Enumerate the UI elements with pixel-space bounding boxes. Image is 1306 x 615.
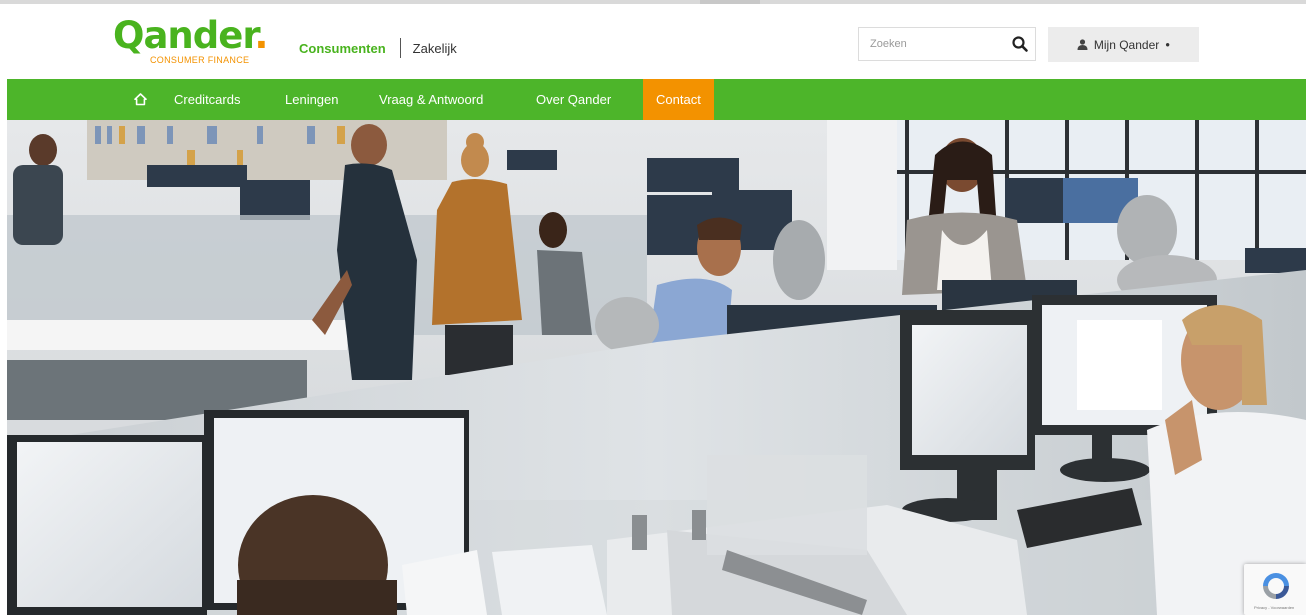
nav-contact[interactable]: Contact bbox=[643, 79, 714, 120]
qander-logo[interactable]: Qander. CONSUMER FINANCE bbox=[113, 14, 283, 76]
logo-dot: . bbox=[254, 14, 268, 57]
nav-leningen[interactable]: Leningen bbox=[285, 79, 339, 120]
mijn-qander-label: Mijn Qander bbox=[1093, 37, 1160, 52]
logo-tagline: CONSUMER FINANCE bbox=[150, 55, 250, 65]
home-icon[interactable] bbox=[132, 79, 148, 120]
recaptcha-badge[interactable]: Privacy - Voorwaarden bbox=[1244, 564, 1306, 615]
segment-zakelijk-link[interactable]: Zakelijk bbox=[413, 41, 457, 56]
account-indicator: ● bbox=[1165, 40, 1171, 49]
hero-image bbox=[7, 120, 1306, 615]
recaptcha-legal[interactable]: Privacy - Voorwaarden bbox=[1254, 605, 1294, 610]
search-input[interactable] bbox=[859, 28, 1010, 60]
user-icon bbox=[1077, 39, 1088, 50]
search-box bbox=[858, 27, 1036, 61]
segment-consumenten-link[interactable]: Consumenten bbox=[299, 41, 386, 56]
main-navigation: Creditcards Leningen Vraag & Antwoord Ov… bbox=[7, 79, 1306, 120]
segment-divider bbox=[399, 38, 401, 58]
nav-over-qander[interactable]: Over Qander bbox=[536, 79, 611, 120]
mijn-qander-button[interactable]: Mijn Qander ● bbox=[1048, 27, 1199, 62]
audience-switch: Consumenten Zakelijk bbox=[299, 38, 457, 58]
site-header: Qander. CONSUMER FINANCE Consumenten Zak… bbox=[0, 4, 1306, 79]
search-icon[interactable] bbox=[1011, 35, 1029, 53]
nav-vraag-antwoord[interactable]: Vraag & Antwoord bbox=[379, 79, 483, 120]
recaptcha-icon bbox=[1260, 570, 1292, 607]
nav-creditcards[interactable]: Creditcards bbox=[174, 79, 240, 120]
logo-wordmark: Qander bbox=[113, 14, 255, 57]
